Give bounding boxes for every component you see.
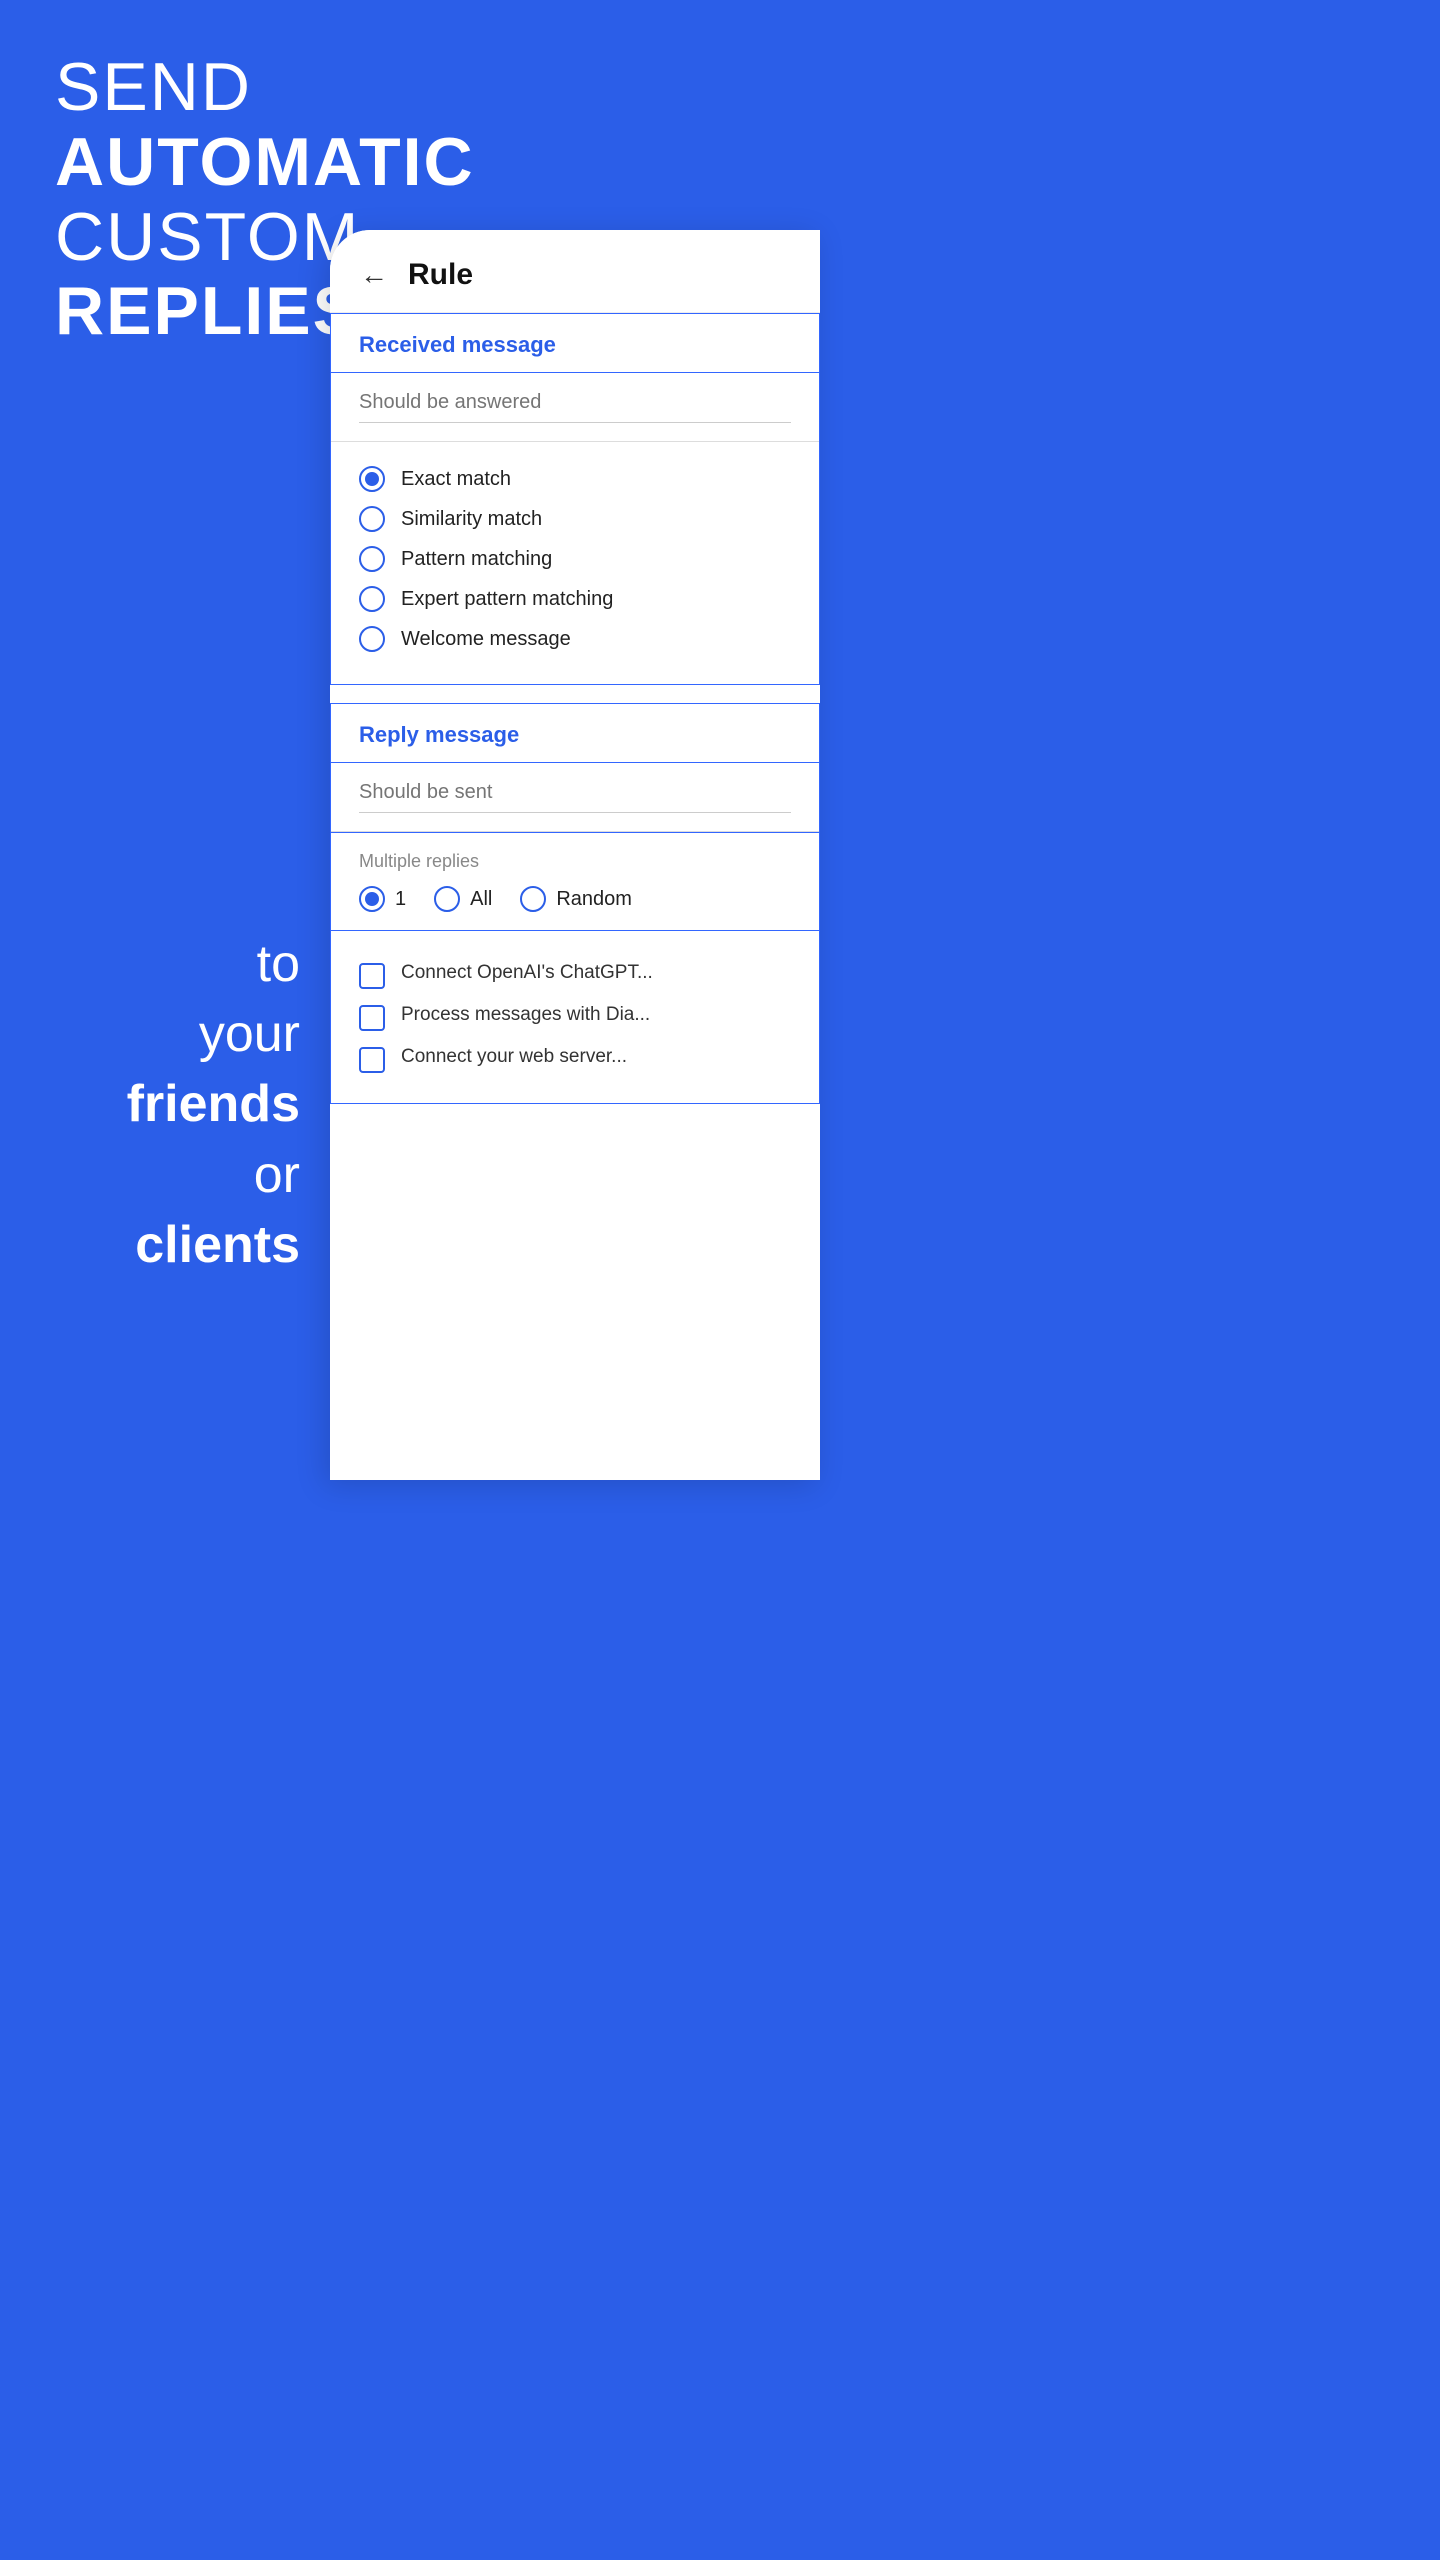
rule-card: ← Rule Received message Exact match Simi… [330,230,820,1480]
card-header: ← Rule [330,230,820,313]
multiple-replies-label: Multiple replies [359,851,791,872]
reply-option-1-label: 1 [395,888,406,911]
received-message-section: Received message Exact match Similarity … [330,313,820,685]
multiple-replies-section: Multiple replies 1 All Random [331,832,819,930]
received-message-input-wrapper [331,373,819,442]
radio-expert-pattern-matching-label: Expert pattern matching [401,588,613,611]
checkbox-server-box [359,1047,385,1073]
checkbox-server-label: Connect your web server... [401,1045,627,1070]
reply-message-input[interactable] [359,781,791,813]
radio-welcome-message-circle [359,626,385,652]
reply-option-1[interactable]: 1 [359,886,406,912]
radio-expert-pattern-matching-circle [359,586,385,612]
match-type-options: Exact match Similarity match Pattern mat… [331,442,819,684]
multiple-replies-options: 1 All Random [359,886,791,912]
radio-similarity-match-circle [359,506,385,532]
card-title: Rule [408,258,473,292]
reply-option-all-label: All [470,888,492,911]
radio-exact-match[interactable]: Exact match [359,466,791,492]
checkbox-chatgpt[interactable]: Connect OpenAI's ChatGPT... [359,961,791,989]
received-message-input[interactable] [359,391,791,423]
radio-similarity-match-label: Similarity match [401,508,542,531]
checkbox-dia[interactable]: Process messages with Dia... [359,1003,791,1031]
radio-pattern-matching-label: Pattern matching [401,548,552,571]
reply-option-random[interactable]: Random [520,886,632,912]
bottom-line1: to [257,935,300,993]
reply-option-all[interactable]: All [434,886,492,912]
back-button[interactable]: ← [360,259,388,291]
reply-option-random-label: Random [556,888,632,911]
checkbox-server[interactable]: Connect your web server... [359,1045,791,1073]
checkbox-dia-label: Process messages with Dia... [401,1003,650,1028]
radio-expert-pattern-matching[interactable]: Expert pattern matching [359,586,791,612]
reply-option-all-circle [434,886,460,912]
radio-pattern-matching-circle [359,546,385,572]
checkbox-chatgpt-box [359,963,385,989]
radio-exact-match-label: Exact match [401,468,511,491]
reply-option-random-circle [520,886,546,912]
checkbox-dia-box [359,1005,385,1031]
hero-line2: AUTOMATIC [55,125,475,200]
radio-similarity-match[interactable]: Similarity match [359,506,791,532]
radio-exact-match-circle [359,466,385,492]
radio-welcome-message[interactable]: Welcome message [359,626,791,652]
radio-pattern-matching[interactable]: Pattern matching [359,546,791,572]
bottom-hero-text: to your friends or clients [0,929,330,1280]
reply-message-input-wrapper [331,763,819,832]
bottom-line2: your [199,1005,300,1063]
radio-welcome-message-label: Welcome message [401,628,571,651]
checkbox-section: Connect OpenAI's ChatGPT... Process mess… [331,930,819,1103]
hero-line1: SEND [55,50,475,125]
reply-message-label: Reply message [331,704,819,763]
bottom-line4: or [254,1146,300,1204]
bottom-line3: friends [127,1075,300,1133]
reply-message-section: Reply message Multiple replies 1 All Ran… [330,703,820,1104]
received-message-label: Received message [331,314,819,373]
checkbox-chatgpt-label: Connect OpenAI's ChatGPT... [401,961,653,986]
bottom-line5: clients [135,1216,300,1274]
reply-option-1-circle [359,886,385,912]
